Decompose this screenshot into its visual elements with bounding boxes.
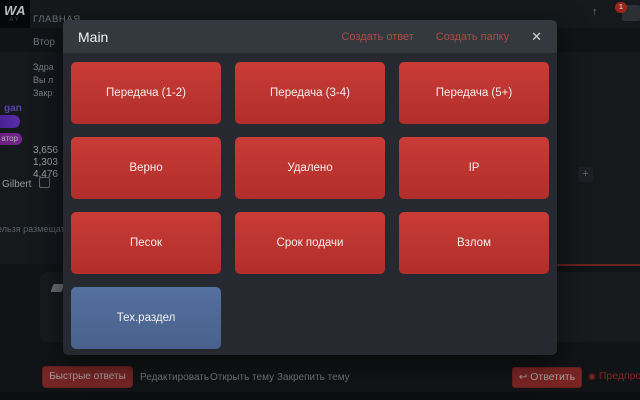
grid-button[interactable]: IP	[399, 137, 549, 199]
modal-actions: Создать ответ Создать папку	[341, 31, 509, 43]
grid-button[interactable]: Взлом	[399, 212, 549, 274]
quick-replies-modal: Main Создать ответ Создать папку ✕ Перед…	[63, 20, 557, 355]
grid-button[interactable]: Срок подачи	[235, 212, 385, 274]
create-reply-link[interactable]: Создать ответ	[341, 31, 413, 43]
grid-button[interactable]: Песок	[71, 212, 221, 274]
create-folder-link[interactable]: Создать папку	[436, 31, 509, 43]
modal-title: Main	[78, 29, 108, 45]
grid-button[interactable]: Передача (1-2)	[71, 62, 221, 124]
grid-button[interactable]: Верно	[71, 137, 221, 199]
modal-header: Main Создать ответ Создать папку ✕	[63, 20, 557, 53]
grid-button[interactable]: Тех.раздел	[71, 287, 221, 349]
quick-reply-grid: Передача (1-2) Передача (3-4) Передача (…	[63, 53, 557, 358]
grid-button[interactable]: Передача (5+)	[399, 62, 549, 124]
close-icon[interactable]: ✕	[531, 29, 542, 45]
forum-page: WA AY ГЛАВНАЯ ↑ 1 Втор Здра Вы л Закр ga…	[0, 0, 640, 400]
grid-button[interactable]: Передача (3-4)	[235, 62, 385, 124]
grid-button[interactable]: Удалено	[235, 137, 385, 199]
